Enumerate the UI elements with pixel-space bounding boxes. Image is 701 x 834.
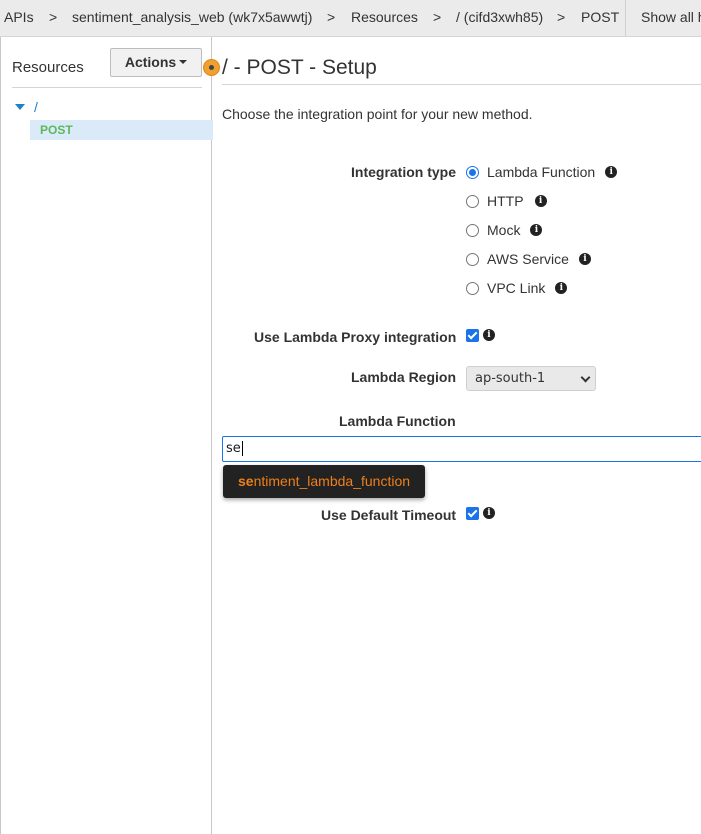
lambda-proxy-checkbox[interactable] — [466, 328, 479, 342]
breadcrumb-separator: > — [49, 9, 58, 25]
suggestion-rest: ntiment_lambda_function — [253, 473, 411, 489]
radio-label: AWS Service — [487, 251, 569, 267]
show-all-hints-button[interactable]: Show all h — [625, 0, 701, 36]
info-icon[interactable]: i — [530, 224, 543, 236]
breadcrumb-separator: > — [433, 9, 442, 25]
breadcrumb-api-name[interactable]: sentiment_analysis_web (wk7x5awwtj) — [72, 9, 312, 25]
resources-panel: Resources Actions / POST — [0, 37, 213, 834]
info-icon[interactable]: i — [483, 329, 495, 341]
default-timeout-checkbox[interactable] — [466, 506, 479, 520]
breadcrumb-separator: > — [327, 9, 336, 25]
autocomplete-suggestion[interactable]: sentiment_lambda_function — [223, 465, 425, 498]
lambda-function-value: se — [226, 441, 241, 456]
tree-item-post[interactable]: POST — [30, 120, 213, 140]
hint-marker-icon[interactable] — [203, 59, 220, 76]
radio-button[interactable] — [466, 223, 479, 237]
radio-lambda-function[interactable]: Lambda Function i — [466, 163, 618, 181]
breadcrumb-post: POST — [581, 9, 620, 25]
breadcrumb-separator: > — [557, 9, 566, 25]
info-icon[interactable]: i — [578, 253, 591, 265]
radio-button[interactable] — [466, 281, 479, 295]
resources-title: Resources — [12, 59, 84, 76]
divider — [222, 84, 701, 85]
caret-down-icon — [179, 60, 188, 65]
divider — [12, 87, 202, 88]
radio-button[interactable] — [466, 252, 479, 266]
lambda-function-label: Lambda Function — [339, 413, 456, 429]
breadcrumb-resource-root[interactable]: / (cifd3xwh85) — [456, 9, 543, 25]
lambda-region-value: ap-south-1 — [475, 371, 546, 386]
radio-button[interactable] — [466, 165, 479, 179]
radio-label: HTTP — [487, 193, 524, 209]
radio-label: Lambda Function — [487, 164, 596, 180]
breadcrumb-apis[interactable]: APIs — [4, 9, 34, 25]
text-cursor — [241, 441, 243, 456]
info-icon[interactable]: i — [605, 166, 618, 178]
lambda-region-select[interactable]: ap-south-1 — [466, 366, 596, 391]
breadcrumb-resources[interactable]: Resources — [351, 9, 418, 25]
page-title: / - POST - Setup — [222, 56, 377, 79]
radio-vpc-link[interactable]: VPC Link i — [466, 279, 568, 297]
breadcrumb: APIs > sentiment_analysis_web (wk7x5awwt… — [0, 0, 701, 37]
radio-http[interactable]: HTTP i — [466, 192, 547, 210]
tree-expand-icon[interactable] — [15, 104, 25, 110]
intro-text: Choose the integration point for your ne… — [222, 106, 533, 122]
lambda-proxy-checkbox-row[interactable]: i — [466, 327, 495, 343]
info-icon[interactable]: i — [534, 195, 547, 207]
tree-item-root[interactable]: / — [34, 99, 38, 115]
actions-button[interactable]: Actions — [110, 48, 202, 77]
lambda-proxy-label: Use Lambda Proxy integration — [254, 329, 457, 345]
info-icon[interactable]: i — [483, 507, 495, 519]
actions-label: Actions — [124, 54, 177, 70]
suggestion-match: se — [238, 473, 254, 489]
lambda-function-input[interactable]: se — [222, 436, 701, 462]
default-timeout-checkbox-row[interactable]: i — [466, 505, 495, 521]
integration-type-label: Integration type — [351, 164, 457, 180]
radio-label: VPC Link — [487, 280, 546, 296]
radio-aws-service[interactable]: AWS Service i — [466, 250, 591, 268]
info-icon[interactable]: i — [555, 282, 568, 294]
radio-label: Mock — [487, 222, 521, 238]
default-timeout-label: Use Default Timeout — [321, 507, 457, 523]
chevron-down-icon — [580, 372, 591, 383]
radio-mock[interactable]: Mock i — [466, 221, 543, 239]
tree-item-post-label: POST — [40, 123, 73, 137]
lambda-region-label: Lambda Region — [351, 369, 457, 385]
radio-button[interactable] — [466, 194, 479, 208]
